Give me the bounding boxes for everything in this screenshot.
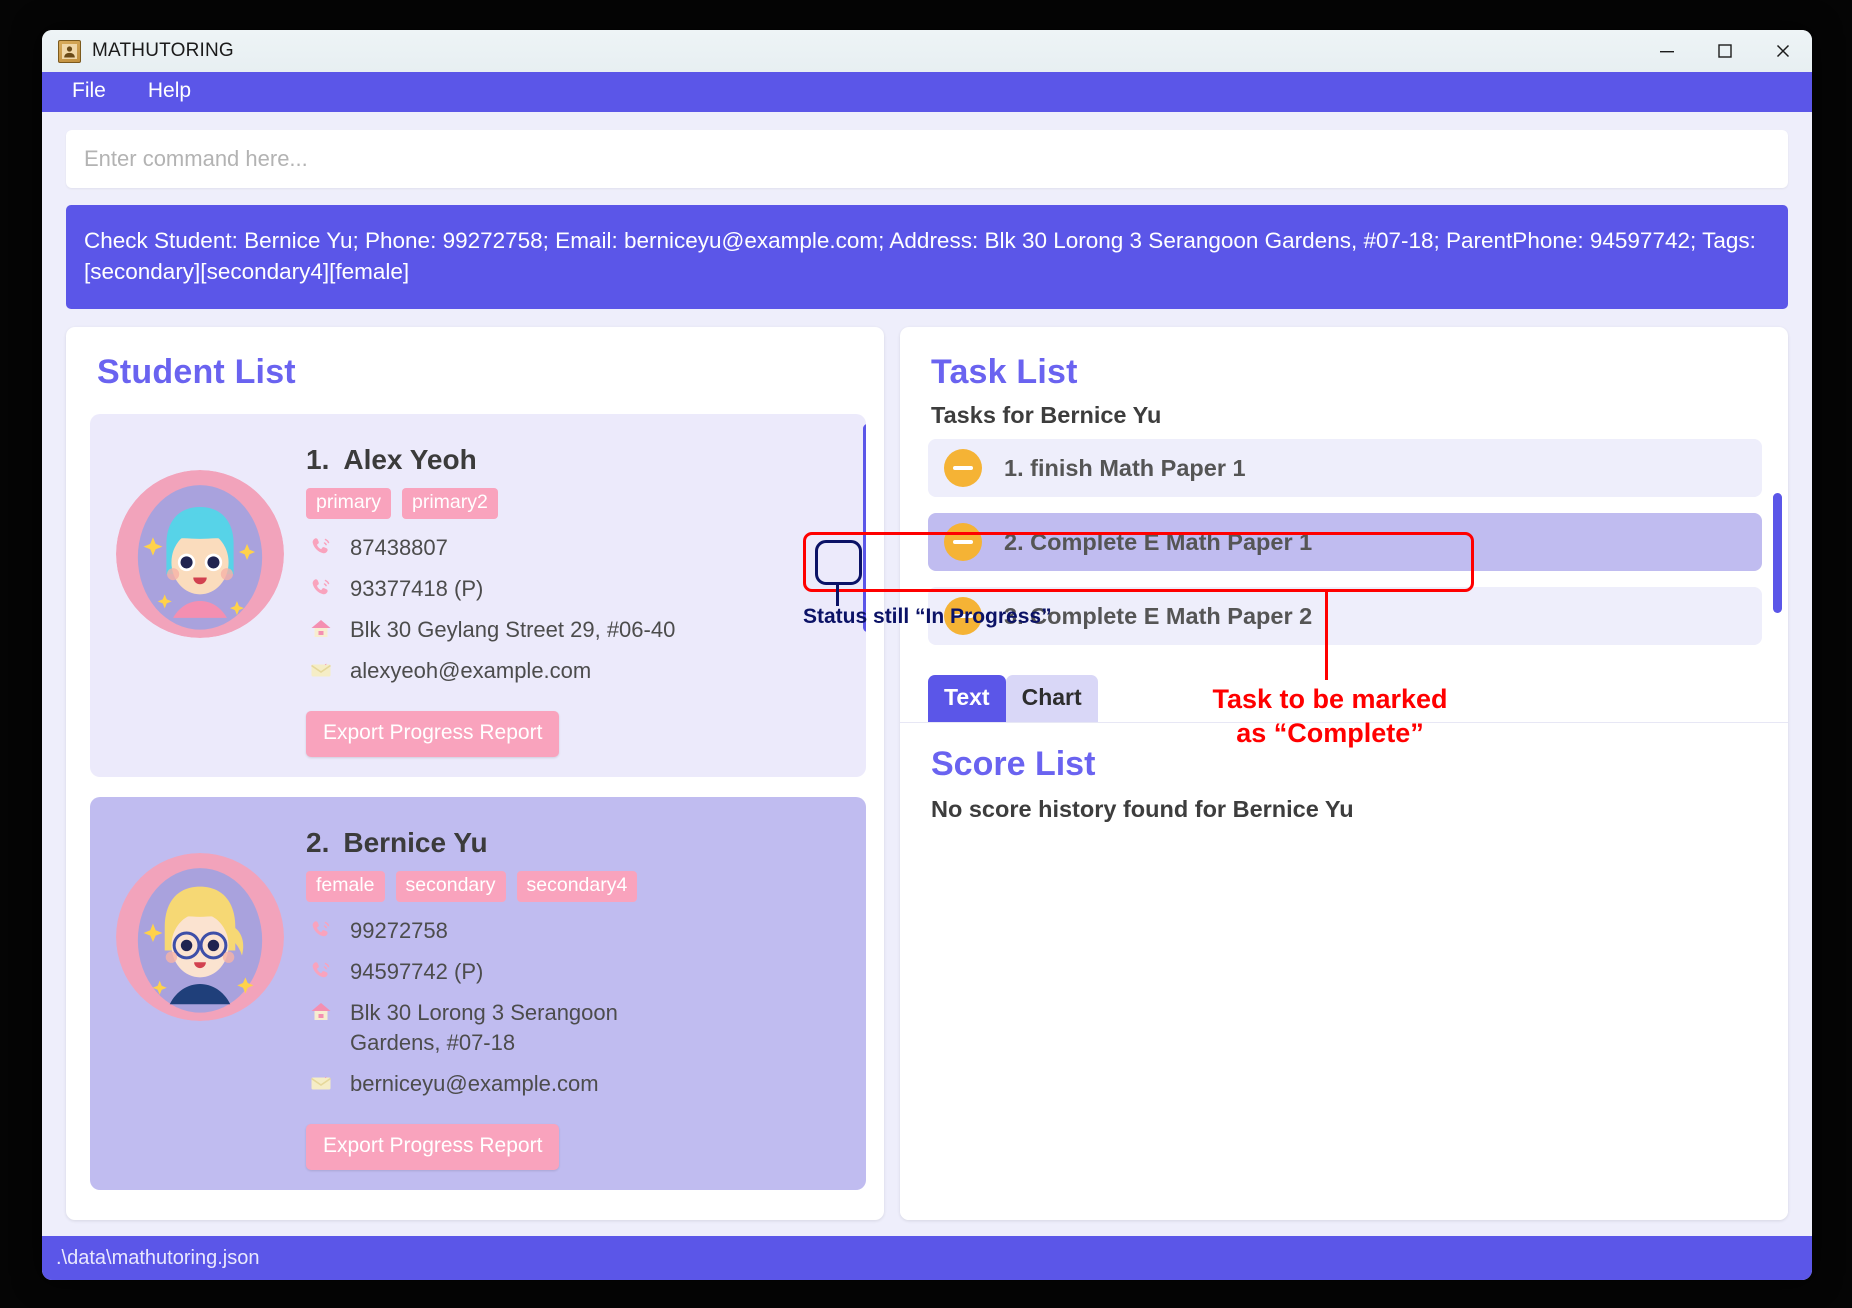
score-list-pane: Score List No score history found for Be…: [900, 722, 1788, 1220]
student-address-row: Blk 30 Geylang Street 29, #06-40: [306, 615, 848, 645]
minimize-icon[interactable]: [1638, 30, 1696, 72]
student-list-scroll-area: 1. Alex Yeoh primary primary2 87438807 9…: [90, 414, 866, 1204]
phone-icon: [306, 533, 336, 559]
student-address: Blk 30 Lorong 3 Serangoon Gardens, #07-1…: [350, 1000, 618, 1055]
avatar: [116, 853, 284, 1021]
task-list-title: Task List: [931, 353, 1078, 391]
app-title: MATHUTORING: [92, 40, 234, 61]
tag: secondary: [395, 871, 506, 902]
menu-item-help[interactable]: Help: [132, 76, 207, 108]
task-label: 1. finish Math Paper 1: [1004, 454, 1246, 481]
task-list-scrollbar[interactable]: [1773, 493, 1782, 613]
maximize-icon[interactable]: [1696, 30, 1754, 72]
contact-card-icon: [58, 39, 81, 63]
tag: secondary4: [516, 871, 638, 902]
command-input-placeholder: Enter command here...: [84, 146, 308, 171]
student-phone: 87438807: [350, 535, 448, 560]
title-bar: MATHUTORING: [42, 30, 1812, 72]
student-index: 1.: [306, 444, 330, 475]
student-phone-row: 87438807: [306, 533, 848, 563]
student-email: alexyeoh@example.com: [350, 658, 592, 683]
student-info: 2. Bernice Yu female secondary secondary4: [306, 817, 848, 1170]
window-body: Enter command here... Check Student: Ber…: [42, 112, 1812, 1236]
main-panels: Student List 1. Alex Yeoh primary primar…: [66, 309, 1788, 1236]
tab-text[interactable]: Text: [928, 675, 1006, 722]
avatar: [116, 470, 284, 638]
phone-icon: [306, 574, 336, 600]
task-label: 2. Complete E Math Paper 1: [1004, 528, 1313, 555]
student-tags: female secondary secondary4: [306, 871, 848, 902]
student-name: Alex Yeoh: [343, 444, 477, 475]
student-name-row: 2. Bernice Yu: [306, 827, 848, 859]
command-result-box: Check Student: Bernice Yu; Phone: 992727…: [66, 205, 1788, 309]
minus-circle-icon[interactable]: [944, 597, 982, 635]
phone-icon: [306, 957, 336, 983]
student-name-row: 1. Alex Yeoh: [306, 444, 848, 476]
student-list-panel: Student List 1. Alex Yeoh primary primar…: [66, 327, 884, 1220]
close-icon[interactable]: [1754, 30, 1812, 72]
student-parent-phone-row: 94597742 (P): [306, 957, 848, 987]
result-tabs: Text Chart: [900, 661, 1788, 722]
tag: female: [306, 871, 385, 902]
student-card[interactable]: 1. Alex Yeoh primary primary2 87438807 9…: [90, 414, 866, 777]
home-icon: [306, 998, 336, 1024]
student-name: Bernice Yu: [343, 827, 488, 858]
task-score-panel: Task List Tasks for Bernice Yu 1. finish…: [900, 327, 1788, 1220]
task-item[interactable]: 2. Complete E Math Paper 1: [928, 513, 1762, 571]
task-list-area: 1. finish Math Paper 1 2. Complete E Mat…: [900, 429, 1788, 661]
status-bar: .\data\mathutoring.json: [42, 1236, 1812, 1280]
window-controls: [1638, 30, 1812, 72]
task-item[interactable]: 1. finish Math Paper 1: [928, 439, 1762, 497]
score-list-empty-message: No score history found for Bernice Yu: [931, 796, 1354, 822]
tab-chart[interactable]: Chart: [1005, 675, 1098, 722]
email-icon: [306, 656, 336, 682]
student-tags: primary primary2: [306, 488, 848, 519]
menu-bar: File Help: [42, 72, 1812, 112]
student-parent-phone: 93377418 (P): [350, 576, 484, 601]
task-item[interactable]: 3. Complete E Math Paper 2: [928, 587, 1762, 645]
minus-circle-icon[interactable]: [944, 449, 982, 487]
application-window: MATHUTORING File Help Enter command here…: [42, 30, 1812, 1280]
task-list-subtitle: Tasks for Bernice Yu: [931, 402, 1162, 428]
student-email-row: alexyeoh@example.com: [306, 656, 848, 686]
student-parent-phone: 94597742 (P): [350, 959, 484, 984]
home-icon: [306, 615, 336, 641]
menu-item-file[interactable]: File: [56, 76, 122, 108]
student-phone: 99272758: [350, 918, 448, 943]
student-list-scrollbar[interactable]: [863, 424, 866, 632]
student-email: berniceyu@example.com: [350, 1071, 599, 1096]
command-input[interactable]: Enter command here...: [66, 130, 1788, 188]
student-address-row: Blk 30 Lorong 3 Serangoon Gardens, #07-1…: [306, 998, 848, 1058]
student-address: Blk 30 Geylang Street 29, #06-40: [350, 617, 676, 642]
student-parent-phone-row: 93377418 (P): [306, 574, 848, 604]
score-list-title: Score List: [931, 745, 1096, 783]
export-progress-report-button[interactable]: Export Progress Report: [306, 711, 560, 757]
minus-circle-icon[interactable]: [944, 523, 982, 561]
student-email-row: berniceyu@example.com: [306, 1069, 848, 1099]
desktop-background: MATHUTORING File Help Enter command here…: [0, 0, 1852, 1308]
student-info: 1. Alex Yeoh primary primary2 87438807 9…: [306, 434, 848, 757]
task-label: 3. Complete E Math Paper 2: [1004, 602, 1313, 629]
email-icon: [306, 1069, 336, 1095]
tag: primary: [306, 488, 392, 519]
export-progress-report-button[interactable]: Export Progress Report: [306, 1124, 560, 1170]
student-index: 2.: [306, 827, 330, 858]
tag: primary2: [402, 488, 498, 519]
status-bar-path: .\data\mathutoring.json: [56, 1246, 260, 1269]
student-phone-row: 99272758: [306, 916, 848, 946]
phone-icon: [306, 916, 336, 942]
student-card[interactable]: 2. Bernice Yu female secondary secondary4: [90, 797, 866, 1190]
student-list-title: Student List: [97, 353, 296, 391]
